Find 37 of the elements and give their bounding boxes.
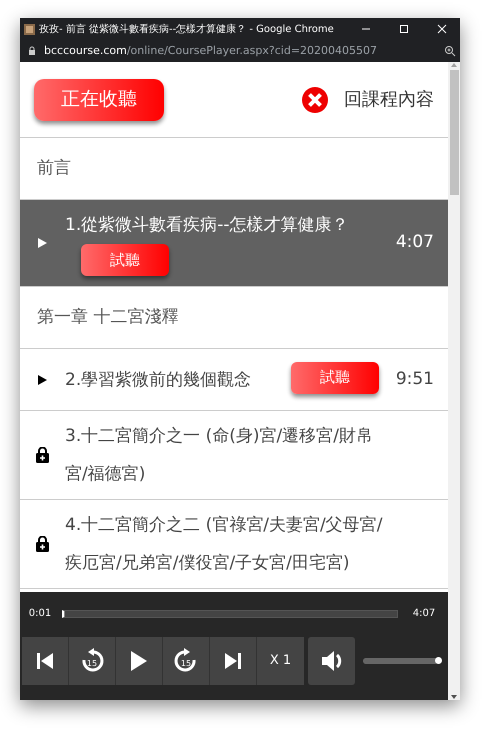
elapsed-time: 0:01 [28, 607, 52, 621]
back-to-course-link[interactable]: 回課程內容 [302, 86, 434, 113]
lock-icon [28, 46, 36, 56]
close-circle-icon [302, 86, 328, 112]
lesson-title: 3.十二宮簡介之一 (命(身)宮/遷移宮/財帛宮/福德宮) [65, 425, 374, 486]
zoom-icon[interactable] [444, 45, 456, 57]
lesson-duration: 9:51 [396, 368, 434, 391]
close-icon[interactable] [436, 23, 448, 35]
lesson-row[interactable]: 1.從紫微斗數看疾病--怎樣才算健康？ 試聽 4:07 [20, 200, 448, 287]
window-title: 孜孜- 前言 從紫微斗數看疾病--怎樣才算健康？ - Google Chrome [39, 22, 335, 36]
lesson-title: 2.學習紫微前的幾個觀念 [65, 368, 252, 392]
lesson-title: 4.十二宮簡介之二 (官祿宮/夫妻宮/父母宮/疾厄宮/兄弟宮/僕役宮/子女宮/田宅宮) [65, 514, 384, 575]
speaker-icon [320, 649, 344, 673]
app-icon [24, 24, 35, 34]
scrollbar[interactable] [448, 62, 460, 700]
play-icon [37, 237, 48, 249]
progress-track[interactable] [62, 610, 398, 618]
section-title: 第一章 十二宮淺釋 [37, 306, 178, 329]
player-button[interactable] [22, 637, 69, 685]
scroll-down-icon [450, 694, 458, 700]
volume-thumb[interactable] [435, 657, 442, 664]
lesson-row[interactable]: 2.學習紫微前的幾個觀念 試聽 9:51 [20, 349, 448, 411]
volume-button[interactable] [308, 637, 355, 685]
total-time: 4:07 [412, 607, 436, 621]
skip-back-icon [35, 650, 55, 672]
play-icon [37, 374, 48, 386]
lesson-duration: 4:07 [396, 231, 434, 254]
section-title: 前言 [37, 156, 71, 180]
lesson-title: 1.從紫微斗數看疾病--怎樣才算健康？ [65, 214, 348, 237]
skip-forward-icon [223, 650, 243, 672]
trial-button[interactable]: 試聽 [291, 362, 380, 394]
maximize-icon[interactable] [398, 23, 410, 35]
scrollbar-thumb[interactable] [450, 70, 458, 195]
now-playing-button[interactable]: 正在收聽 [34, 78, 164, 120]
trial-button[interactable]: 試聽 [81, 244, 169, 276]
lock-icon [36, 447, 49, 463]
lock-icon [36, 536, 49, 552]
